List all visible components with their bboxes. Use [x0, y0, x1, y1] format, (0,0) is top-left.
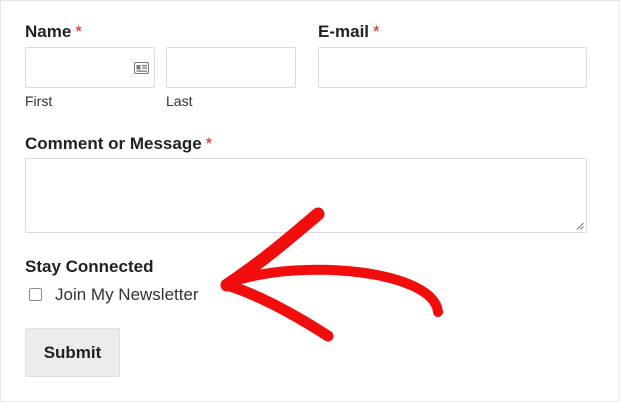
red-arrow-icon [220, 207, 443, 342]
